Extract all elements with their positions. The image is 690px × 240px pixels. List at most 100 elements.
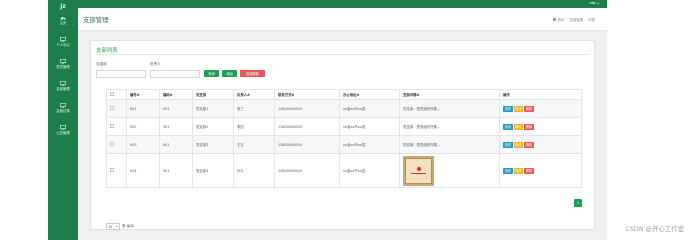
cell-id: 002	[126, 117, 160, 136]
edit-button[interactable]: 修改	[513, 105, 524, 112]
sidebar-item-notices[interactable]: 公告管理	[48, 122, 78, 144]
main-content: 支部管理 首页 / 支部管理 / 列表 支部列表 支部部 负责人 查询 添加 批…	[78, 8, 607, 240]
row-checkbox[interactable]	[110, 106, 114, 110]
view-button[interactable]: 查看	[503, 105, 513, 112]
branch-search-input[interactable]	[96, 70, 146, 78]
cell-actions: 查看 修改 删除	[499, 153, 582, 188]
row-checkbox[interactable]	[110, 124, 114, 128]
batch-delete-button[interactable]: 批量删除	[240, 70, 265, 77]
cell-code: 001	[159, 117, 193, 136]
divider	[96, 54, 590, 55]
sidebar-item-label: 公告管理	[56, 131, 70, 135]
home-icon	[552, 18, 556, 21]
row-actions: 查看 修改 删除	[503, 141, 581, 148]
row-checkbox[interactable]	[110, 168, 114, 172]
table-header-row: 编号# 编码# 党支部 负责人# 联系方式# 办公地址# 支部详情# 操作	[106, 89, 582, 100]
cell-branch: 党支部4	[192, 153, 234, 188]
cell-id: 003	[126, 135, 160, 154]
panel-title: 支部列表	[96, 48, 118, 54]
pagination-current-page[interactable]: 1	[574, 199, 582, 207]
breadcrumb-separator: /	[566, 17, 568, 22]
column-header[interactable]: 支部详情#	[399, 89, 500, 100]
cell-id: 001	[126, 99, 160, 118]
cell-actions: 查看 修改 删除	[499, 135, 582, 154]
cell-detail: 党支部：是党组织开展...	[399, 99, 500, 118]
row-select-cell	[106, 117, 127, 136]
cell-address: xx省xx市xx县	[339, 153, 400, 188]
breadcrumb-separator: /	[585, 17, 587, 22]
sidebar: jz 主页 个人中心 党员管理 支部管理 会费记录 公告管理	[48, 0, 78, 240]
user-menu[interactable]: abc	[590, 1, 599, 5]
monitor-icon	[60, 125, 66, 130]
cell-detail: 党支部：是党组织开展...	[399, 135, 500, 154]
sidebar-item-dues[interactable]: 会费记录	[48, 100, 78, 122]
view-button[interactable]: 查看	[503, 167, 513, 174]
cell-address: xx省xx市xx县	[339, 117, 400, 136]
sidebar-item-home[interactable]: 主页	[48, 12, 78, 34]
row-actions: 查看 修改 删除	[503, 167, 581, 174]
view-button[interactable]: 查看	[503, 141, 513, 148]
sidebar-item-profile[interactable]: 个人中心	[48, 34, 78, 56]
cell-phone: 13800000000	[274, 153, 340, 188]
column-header[interactable]: 党支部	[192, 89, 234, 100]
sidebar-item-members[interactable]: 党员管理	[48, 56, 78, 78]
monitor-icon	[60, 81, 66, 86]
page-size-value: 10	[108, 224, 113, 229]
dashboard-icon	[60, 17, 66, 20]
add-button[interactable]: 添加	[222, 70, 237, 77]
page-title: 支部管理	[83, 16, 109, 24]
sidebar-item-branches[interactable]: 支部管理	[48, 78, 78, 100]
delete-button[interactable]: 删除	[524, 141, 534, 148]
view-button[interactable]: 查看	[503, 123, 513, 130]
query-button[interactable]: 查询	[204, 70, 219, 77]
edit-button[interactable]: 修改	[513, 167, 524, 174]
cell-leader: 张三	[233, 99, 275, 118]
branch-certificate-image[interactable]	[403, 155, 434, 186]
column-header[interactable]: 编号#	[126, 89, 160, 100]
cell-code: 001	[159, 135, 193, 154]
edit-button[interactable]: 修改	[513, 141, 524, 148]
watermark: CSDN @开心工作室	[625, 225, 684, 233]
column-header[interactable]: 编码#	[159, 89, 193, 100]
table-row: 001 001 党支部1 张三 13800000000 xx省xx市xx县 党支…	[106, 99, 582, 118]
column-header[interactable]: 负责人#	[233, 89, 275, 100]
cell-address: xx省xx市xx县	[339, 135, 400, 154]
edit-button[interactable]: 修改	[513, 123, 524, 130]
delete-button[interactable]: 删除	[524, 123, 534, 130]
breadcrumb-parent[interactable]: 支部管理	[570, 17, 584, 22]
caret-down-icon	[597, 2, 599, 4]
delete-button[interactable]: 删除	[524, 167, 534, 174]
monitor-icon	[60, 59, 66, 64]
breadcrumb: 首页 / 支部管理 / 列表	[552, 17, 595, 22]
select-all-checkbox[interactable]	[110, 92, 114, 96]
sidebar-item-label: 党员管理	[56, 65, 70, 69]
cell-detail: 党支部：是党组织开展...	[399, 117, 500, 136]
leader-search-label: 负责人	[150, 62, 161, 66]
row-actions: 查看 修改 删除	[503, 105, 581, 112]
row-actions: 查看 修改 删除	[503, 123, 581, 130]
cell-code: 001	[159, 99, 193, 118]
sidebar-item-label: 主页	[59, 21, 67, 25]
username: abc	[589, 1, 596, 5]
cell-detail	[399, 153, 500, 188]
table-row: 004 001 党支部4 孙七 13800000000 xx省xx市xx县 查看…	[106, 153, 582, 188]
row-select-cell	[106, 135, 127, 154]
breadcrumb-home[interactable]: 首页	[558, 17, 565, 22]
page-size-suffix: 条 每页	[122, 224, 134, 228]
monitor-icon	[60, 37, 66, 42]
sidebar-item-label: 个人中心	[56, 43, 70, 47]
delete-button[interactable]: 删除	[524, 105, 534, 112]
page-size-select[interactable]: 10	[106, 223, 120, 230]
column-header[interactable]: 联系方式#	[274, 89, 340, 100]
cell-address: xx省xx市xx县	[339, 99, 400, 118]
row-select-cell	[106, 99, 127, 118]
row-checkbox[interactable]	[110, 142, 114, 146]
certificate-frame	[405, 157, 432, 184]
leader-search-input[interactable]	[150, 70, 200, 78]
cell-id: 004	[126, 153, 160, 188]
column-header[interactable]: 办公地址#	[339, 89, 400, 100]
cell-code: 001	[159, 153, 193, 188]
breadcrumb-current: 列表	[588, 18, 595, 22]
cell-phone: 13800000000	[274, 117, 340, 136]
page-header: 支部管理 首页 / 支部管理 / 列表	[78, 8, 607, 31]
